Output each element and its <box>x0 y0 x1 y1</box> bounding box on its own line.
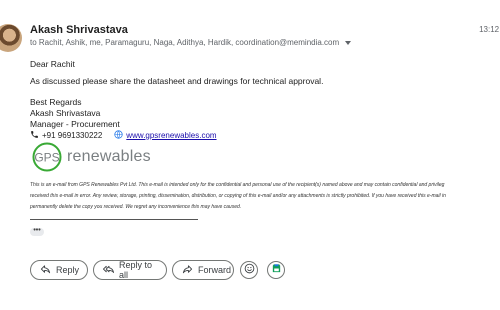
logo-text: renewables <box>67 148 151 165</box>
reply-all-icon <box>103 264 114 277</box>
company-logo: GPS renewables <box>30 142 151 172</box>
disclaimer-line-1: This is an e-mail from GPS Renewables Pv… <box>30 182 445 188</box>
signature-contact: +91 9691330222 www.gpsrenewables.com <box>30 130 217 141</box>
signature-regards: Best Regards <box>30 97 82 107</box>
disclaimer-line-3: permanently delete the copy you received… <box>30 204 242 210</box>
reply-button[interactable]: Reply <box>30 260 88 280</box>
reply-label: Reply <box>56 265 80 275</box>
smiley-icon <box>244 261 255 279</box>
recipients-details-chevron-icon[interactable] <box>345 41 352 45</box>
sender-avatar[interactable] <box>0 24 22 52</box>
signature-name: Akash Shrivastava <box>30 108 101 118</box>
reply-all-label: Reply to all <box>119 260 153 280</box>
logo-mark-text: GPS <box>34 151 59 165</box>
phone-icon <box>30 130 39 141</box>
message-body: As discussed please share the datasheet … <box>30 76 324 86</box>
emoji-reaction-button[interactable] <box>240 261 258 279</box>
forward-label: Forward <box>198 265 232 275</box>
forward-button[interactable]: Forward <box>172 260 234 280</box>
globe-icon <box>114 130 123 141</box>
website-link[interactable]: www.gpsrenewables.com <box>126 131 216 140</box>
save-to-drive-button[interactable] <box>267 261 285 279</box>
signature-divider <box>30 219 198 220</box>
phone-number: +91 9691330222 <box>42 131 103 140</box>
email-timestamp: 13:12 ( <box>479 25 500 34</box>
reply-icon <box>40 264 51 277</box>
recipients-line: to Rachit, Ashik, me, Paramaguru, Naga, … <box>30 38 352 47</box>
drive-save-icon <box>271 261 282 279</box>
gps-logo-mark-icon: GPS <box>32 142 62 172</box>
signature-title: Manager - Procurement <box>30 119 120 129</box>
sender-name[interactable]: Akash Shrivastava <box>30 24 128 36</box>
reply-all-button[interactable]: Reply to all <box>93 260 167 280</box>
forward-icon <box>182 264 193 277</box>
disclaimer-line-2: received this e-mail in error. Any revie… <box>30 193 446 199</box>
recipients-text: to Rachit, Ashik, me, Paramaguru, Naga, … <box>30 38 340 47</box>
greeting: Dear Rachit <box>30 59 75 69</box>
show-trimmed-content-button[interactable]: ••• <box>30 227 44 236</box>
